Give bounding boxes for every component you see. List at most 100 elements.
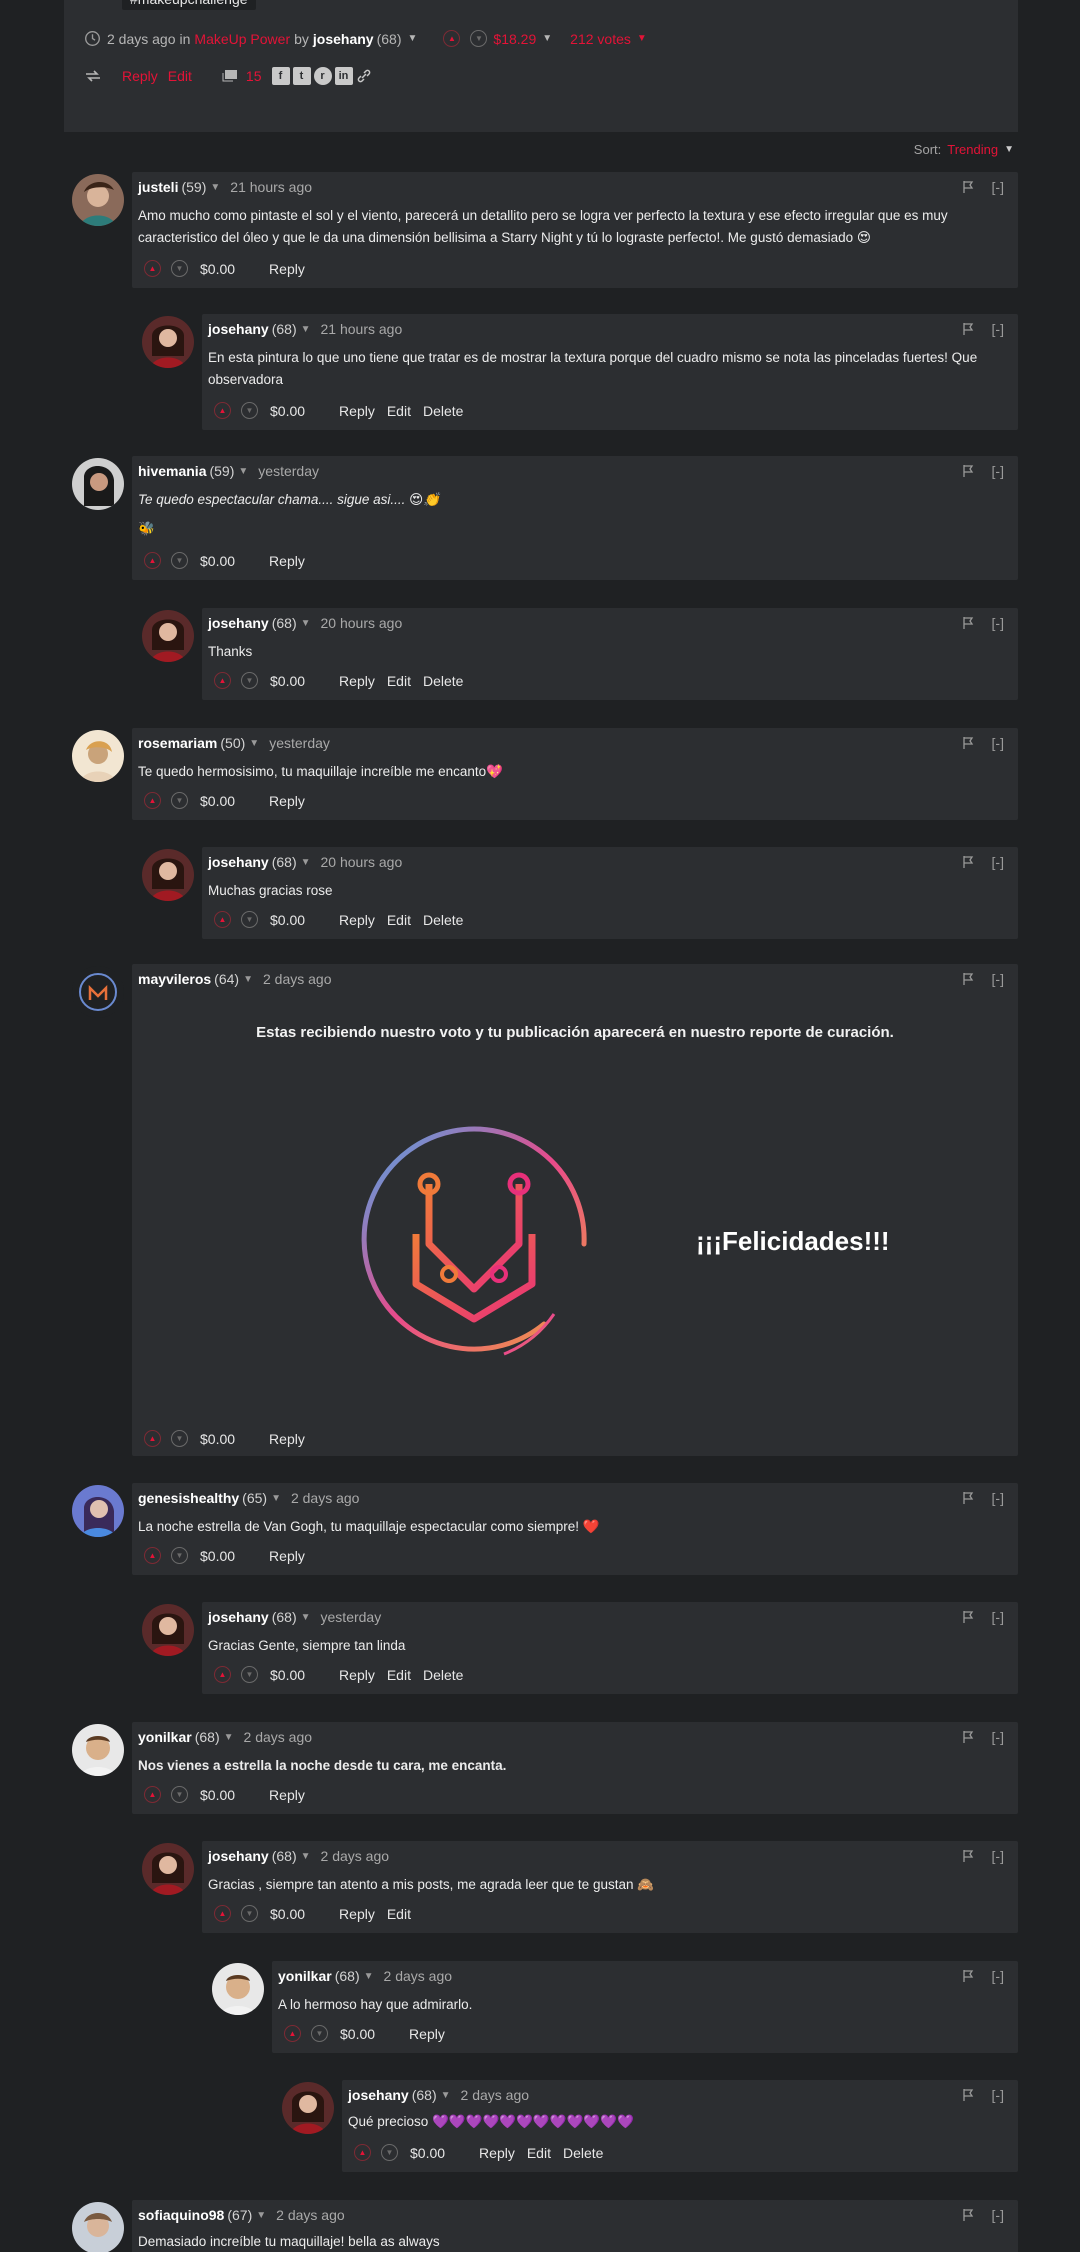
post-upvote-icon[interactable]: ▲ bbox=[443, 30, 461, 47]
avatar[interactable] bbox=[72, 730, 124, 782]
comment-author[interactable]: hivemania bbox=[138, 463, 206, 479]
edit-button[interactable]: Edit bbox=[387, 673, 411, 689]
post-votes[interactable]: 212 votes bbox=[570, 31, 631, 47]
comment-author[interactable]: josehany bbox=[348, 2087, 409, 2103]
chevron-down-icon[interactable]: ▼ bbox=[364, 1971, 374, 1982]
reblog-icon[interactable] bbox=[84, 68, 102, 84]
avatar[interactable] bbox=[72, 2202, 124, 2252]
comment-author[interactable]: justeli bbox=[138, 179, 178, 195]
community-link[interactable]: MakeUp Power bbox=[194, 31, 290, 47]
collapse-button[interactable]: [-] bbox=[992, 321, 1004, 337]
collapse-button[interactable]: [-] bbox=[992, 971, 1004, 987]
downvote-icon[interactable]: ▼ bbox=[241, 402, 258, 419]
comment-payout[interactable]: $0.00 bbox=[270, 912, 305, 928]
comment-time[interactable]: 2 days ago bbox=[244, 1729, 313, 1745]
comment-payout[interactable]: $0.00 bbox=[270, 1667, 305, 1683]
flag-icon[interactable] bbox=[962, 2088, 974, 2102]
comment-payout[interactable]: $0.00 bbox=[200, 1431, 235, 1447]
comment-time[interactable]: 2 days ago bbox=[263, 971, 332, 987]
post-payout[interactable]: $18.29 bbox=[493, 31, 536, 47]
comment-time[interactable]: 20 hours ago bbox=[321, 854, 403, 870]
collapse-button[interactable]: [-] bbox=[992, 1729, 1004, 1745]
comment-author[interactable]: josehany bbox=[208, 1848, 269, 1864]
delete-button[interactable]: Delete bbox=[563, 2145, 603, 2161]
comment-author[interactable]: mayvileros bbox=[138, 971, 211, 987]
comment-payout[interactable]: $0.00 bbox=[200, 261, 235, 277]
avatar[interactable] bbox=[282, 2082, 334, 2134]
comment-payout[interactable]: $0.00 bbox=[200, 793, 235, 809]
comment-time[interactable]: 2 days ago bbox=[276, 2207, 345, 2223]
avatar[interactable] bbox=[142, 1604, 194, 1656]
twitter-icon[interactable]: t bbox=[292, 67, 311, 85]
post-edit-button[interactable]: Edit bbox=[168, 68, 192, 84]
downvote-icon[interactable]: ▼ bbox=[311, 2025, 328, 2042]
downvote-icon[interactable]: ▼ bbox=[241, 911, 258, 928]
comment-time[interactable]: 20 hours ago bbox=[321, 615, 403, 631]
comment-time[interactable]: yesterday bbox=[258, 463, 319, 479]
comment-author[interactable]: josehany bbox=[208, 1609, 269, 1625]
avatar[interactable] bbox=[72, 1724, 124, 1776]
collapse-button[interactable]: [-] bbox=[992, 615, 1004, 631]
collapse-button[interactable]: [-] bbox=[992, 854, 1004, 870]
collapse-button[interactable]: [-] bbox=[992, 1848, 1004, 1864]
avatar[interactable] bbox=[212, 1963, 264, 2015]
reply-button[interactable]: Reply bbox=[339, 912, 375, 928]
comment-time[interactable]: yesterday bbox=[269, 735, 330, 751]
downvote-icon[interactable]: ▼ bbox=[241, 1666, 258, 1683]
flag-icon[interactable] bbox=[962, 1849, 974, 1863]
avatar[interactable] bbox=[72, 174, 124, 226]
edit-button[interactable]: Edit bbox=[387, 1667, 411, 1683]
downvote-icon[interactable]: ▼ bbox=[171, 1786, 188, 1803]
upvote-icon[interactable]: ▲ bbox=[144, 1786, 161, 1803]
avatar[interactable] bbox=[142, 316, 194, 368]
comment-author[interactable]: genesishealthy bbox=[138, 1490, 239, 1506]
downvote-icon[interactable]: ▼ bbox=[171, 260, 188, 277]
collapse-button[interactable]: [-] bbox=[992, 1490, 1004, 1506]
flag-icon[interactable] bbox=[962, 180, 974, 194]
upvote-icon[interactable]: ▲ bbox=[354, 2144, 371, 2161]
chevron-down-icon[interactable]: ▼ bbox=[256, 2210, 266, 2221]
payout-dropdown-icon[interactable]: ▼ bbox=[542, 33, 552, 44]
flag-icon[interactable] bbox=[962, 1610, 974, 1624]
upvote-icon[interactable]: ▲ bbox=[144, 260, 161, 277]
avatar[interactable] bbox=[142, 1843, 194, 1895]
comment-author[interactable]: sofiaquino98 bbox=[138, 2207, 224, 2223]
chevron-down-icon[interactable]: ▼ bbox=[224, 1732, 234, 1743]
flag-icon[interactable] bbox=[962, 855, 974, 869]
comment-time[interactable]: 2 days ago bbox=[291, 1490, 360, 1506]
chevron-down-icon[interactable]: ▼ bbox=[301, 857, 311, 868]
chevron-down-icon[interactable]: ▼ bbox=[301, 1612, 311, 1623]
delete-button[interactable]: Delete bbox=[423, 673, 463, 689]
edit-button[interactable]: Edit bbox=[527, 2145, 551, 2161]
comment-payout[interactable]: $0.00 bbox=[270, 673, 305, 689]
reply-button[interactable]: Reply bbox=[339, 673, 375, 689]
comment-author[interactable]: yonilkar bbox=[138, 1729, 192, 1745]
linkedin-icon[interactable]: in bbox=[334, 67, 353, 85]
flag-icon[interactable] bbox=[962, 972, 974, 986]
collapse-button[interactable]: [-] bbox=[992, 1609, 1004, 1625]
post-downvote-icon[interactable]: ▼ bbox=[470, 30, 488, 47]
comment-payout[interactable]: $0.00 bbox=[200, 1787, 235, 1803]
comment-author[interactable]: josehany bbox=[208, 854, 269, 870]
upvote-icon[interactable]: ▲ bbox=[214, 672, 231, 689]
chevron-down-icon[interactable]: ▼ bbox=[249, 738, 259, 749]
facebook-icon[interactable]: f bbox=[271, 67, 290, 85]
comment-payout[interactable]: $0.00 bbox=[410, 2145, 445, 2161]
delete-button[interactable]: Delete bbox=[423, 1667, 463, 1683]
avatar[interactable] bbox=[142, 610, 194, 662]
downvote-icon[interactable]: ▼ bbox=[241, 672, 258, 689]
comment-time[interactable]: 21 hours ago bbox=[321, 321, 403, 337]
delete-button[interactable]: Delete bbox=[423, 403, 463, 419]
tag-chip[interactable]: #makeupchallenge bbox=[122, 0, 256, 10]
upvote-icon[interactable]: ▲ bbox=[144, 1547, 161, 1564]
upvote-icon[interactable]: ▲ bbox=[214, 911, 231, 928]
upvote-icon[interactable]: ▲ bbox=[144, 552, 161, 569]
flag-icon[interactable] bbox=[962, 616, 974, 630]
flag-icon[interactable] bbox=[962, 1969, 974, 1983]
flag-icon[interactable] bbox=[962, 322, 974, 336]
downvote-icon[interactable]: ▼ bbox=[171, 1547, 188, 1564]
sort-dropdown-icon[interactable]: ▼ bbox=[1004, 144, 1014, 155]
upvote-icon[interactable]: ▲ bbox=[214, 402, 231, 419]
flag-icon[interactable] bbox=[962, 2208, 974, 2222]
comment-payout[interactable]: $0.00 bbox=[340, 2026, 375, 2042]
